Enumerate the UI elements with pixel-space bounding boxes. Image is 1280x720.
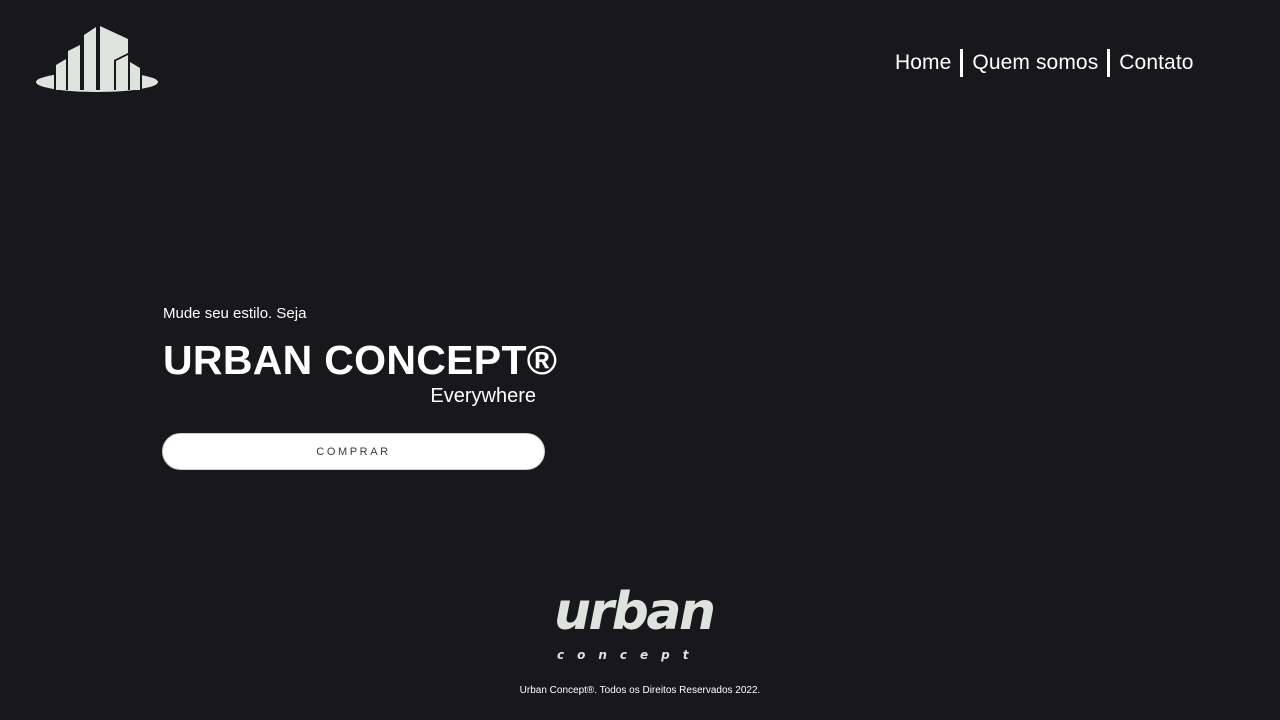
footer-brand-logo: urban concept bbox=[554, 582, 728, 668]
hero-section: Mude seu estilo. Seja URBAN CONCEPT® Eve… bbox=[163, 303, 558, 409]
nav-divider bbox=[960, 49, 964, 77]
footer-brand-sub: concept bbox=[557, 648, 702, 662]
hero-title: URBAN CONCEPT® bbox=[163, 337, 558, 383]
nav-divider bbox=[1107, 49, 1111, 77]
nav-link-contact[interactable]: Contato bbox=[1119, 46, 1193, 80]
city-buildings-icon[interactable] bbox=[34, 20, 160, 96]
page: Home Quem somos Contato Mude seu estilo.… bbox=[0, 0, 1280, 720]
hero-kicker: Mude seu estilo. Seja bbox=[163, 305, 307, 322]
nav-link-about[interactable]: Quem somos bbox=[972, 46, 1098, 80]
buy-button[interactable]: COMPRAR bbox=[162, 433, 545, 470]
copyright-text: Urban Concept®. Todos os Direitos Reserv… bbox=[519, 685, 761, 696]
nav-link-home[interactable]: Home bbox=[895, 46, 951, 80]
main-nav: Home Quem somos Contato bbox=[895, 46, 1194, 80]
hero-subtitle: Everywhere bbox=[430, 385, 536, 407]
footer-brand-word: urban bbox=[554, 582, 716, 642]
